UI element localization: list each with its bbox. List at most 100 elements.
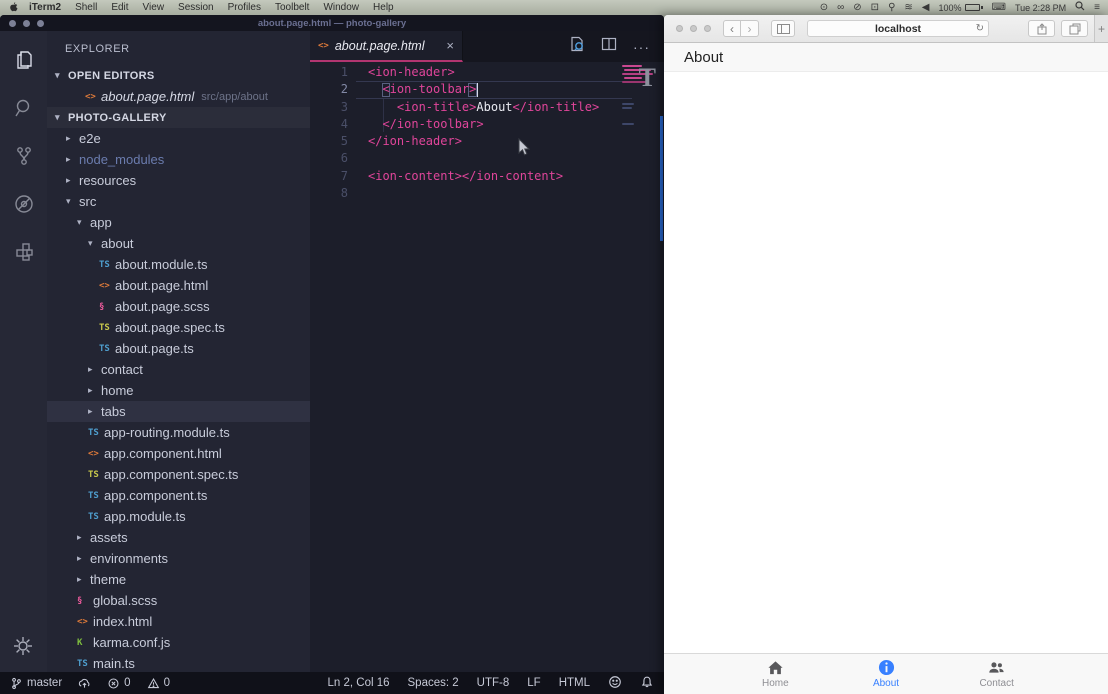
menu-item-toolbelt[interactable]: Toolbelt: [275, 2, 309, 13]
vscode-titlebar[interactable]: about.page.html — photo-gallery: [0, 15, 664, 31]
tree-item-assets[interactable]: ▸assets: [47, 527, 310, 548]
code-editor[interactable]: 12345678 <ion-header> <ion-toolbar> <ion…: [310, 62, 664, 672]
close-tab-icon[interactable]: ×: [446, 38, 454, 53]
open-editors-header[interactable]: ▾ OPEN EDITORS: [47, 65, 310, 86]
tab-about[interactable]: About: [831, 654, 942, 694]
code-line[interactable]: <ion-title>About</ion-title>: [368, 99, 599, 116]
project-section-header[interactable]: ▾ PHOTO-GALLERY: [47, 107, 310, 128]
explorer-icon[interactable]: [12, 48, 36, 72]
code-line[interactable]: [368, 150, 599, 167]
search-icon[interactable]: [12, 96, 36, 120]
tree-item-app[interactable]: ▾app: [47, 212, 310, 233]
tree-item-global-scss[interactable]: §global.scss: [47, 590, 310, 611]
display-icon[interactable]: ⊡: [871, 3, 879, 13]
settings-gear-icon[interactable]: [11, 634, 35, 658]
code-line[interactable]: [368, 185, 599, 202]
search-editor-icon[interactable]: [569, 36, 585, 57]
new-tab-button[interactable]: +: [1094, 15, 1108, 42]
battery-indicator[interactable]: 100%: [938, 3, 982, 13]
tree-item-index-html[interactable]: <>index.html: [47, 611, 310, 632]
sync-indicator[interactable]: [78, 677, 91, 690]
menu-item-window[interactable]: Window: [323, 2, 359, 13]
status-item-ln[interactable]: Ln 2, Col 16: [328, 677, 390, 689]
code-line[interactable]: <ion-toolbar>: [368, 81, 599, 98]
menu-item-session[interactable]: Session: [178, 2, 214, 13]
menu-item-shell[interactable]: Shell: [75, 2, 97, 13]
extensions-icon[interactable]: [12, 240, 36, 264]
status-item-utf-8[interactable]: UTF-8: [477, 677, 510, 689]
browser-toolbar[interactable]: ‹ › localhost ↻ +: [664, 15, 1108, 43]
tree-item-main-ts[interactable]: TSmain.ts: [47, 653, 310, 672]
glasses-icon[interactable]: ∞: [837, 3, 844, 13]
status-item-lf[interactable]: LF: [527, 677, 540, 689]
tree-item-node-modules[interactable]: ▸node_modules: [47, 149, 310, 170]
tree-item-app-module-ts[interactable]: TSapp.module.ts: [47, 506, 310, 527]
code-line[interactable]: </ion-toolbar>: [368, 116, 599, 133]
tab-overview-button[interactable]: [1061, 20, 1088, 37]
tree-item-about-page-spec-ts[interactable]: TSabout.page.spec.ts: [47, 317, 310, 338]
status-item-html[interactable]: HTML: [559, 677, 590, 689]
scrollbar-indicator[interactable]: [660, 116, 663, 241]
minimize-window-button[interactable]: [690, 25, 697, 32]
menu-item-profiles[interactable]: Profiles: [228, 2, 261, 13]
status-item-spaces[interactable]: Spaces: 2: [408, 677, 459, 689]
notifications-bell-icon[interactable]: [640, 675, 654, 692]
minimap[interactable]: T: [622, 63, 658, 193]
tab-contact[interactable]: Contact: [941, 654, 1052, 694]
menubar-clock[interactable]: Tue 2:28 PM: [1015, 3, 1066, 13]
close-window-button[interactable]: [676, 25, 683, 32]
forward-button[interactable]: ›: [741, 20, 759, 37]
wifi-icon[interactable]: ≋: [904, 3, 912, 13]
address-bar[interactable]: localhost ↻: [807, 20, 989, 37]
code-line[interactable]: <ion-header>: [368, 64, 599, 81]
dongle-icon[interactable]: ⚲: [888, 3, 895, 13]
tree-item-app-component-html[interactable]: <>app.component.html: [47, 443, 310, 464]
menu-item-view[interactable]: View: [143, 2, 165, 13]
tree-item-about-module-ts[interactable]: TSabout.module.ts: [47, 254, 310, 275]
reload-icon[interactable]: ↻: [976, 23, 984, 34]
notification-center-icon[interactable]: ≡: [1094, 3, 1100, 13]
menu-item-iterm2[interactable]: iTerm2: [29, 2, 61, 13]
warning-indicator[interactable]: 0: [147, 677, 170, 690]
tree-item-about[interactable]: ▾about: [47, 233, 310, 254]
tree-item-resources[interactable]: ▸resources: [47, 170, 310, 191]
back-button[interactable]: ‹: [723, 20, 741, 37]
code-line[interactable]: <ion-content></ion-content>: [368, 168, 599, 185]
do-not-disturb-icon[interactable]: ⊘: [853, 3, 861, 13]
menu-item-edit[interactable]: Edit: [111, 2, 128, 13]
tree-item-about-page-html[interactable]: <>about.page.html: [47, 275, 310, 296]
more-actions-icon[interactable]: ···: [633, 39, 650, 55]
editor-tab-about-page[interactable]: <> about.page.html ×: [310, 31, 463, 62]
tree-item-theme[interactable]: ▸theme: [47, 569, 310, 590]
git-branch-indicator[interactable]: master: [10, 677, 62, 690]
menu-item-help[interactable]: Help: [373, 2, 394, 13]
spotlight-icon[interactable]: [1075, 1, 1085, 14]
tree-item-app-component-ts[interactable]: TSapp.component.ts: [47, 485, 310, 506]
apple-menu-icon[interactable]: [8, 2, 19, 13]
code-line[interactable]: </ion-header>: [368, 133, 599, 150]
tree-item-app-routing-module-ts[interactable]: TSapp-routing.module.ts: [47, 422, 310, 443]
tree-item-about-page-scss[interactable]: §about.page.scss: [47, 296, 310, 317]
source-control-icon[interactable]: [12, 144, 36, 168]
volume-icon[interactable]: ◀: [922, 3, 930, 13]
input-source-icon[interactable]: ⌨: [992, 3, 1006, 13]
zoom-window-button[interactable]: [704, 25, 711, 32]
tree-item-karma-conf-js[interactable]: Kkarma.conf.js: [47, 632, 310, 653]
error-indicator[interactable]: 0: [107, 677, 130, 690]
tree-item-environments[interactable]: ▸environments: [47, 548, 310, 569]
tree-item-about-page-ts[interactable]: TSabout.page.ts: [47, 338, 310, 359]
tree-item-contact[interactable]: ▸contact: [47, 359, 310, 380]
open-editor-item[interactable]: <> about.page.html src/app/about: [47, 86, 310, 107]
debug-icon[interactable]: [12, 192, 36, 216]
tree-item-app-component-spec-ts[interactable]: TSapp.component.spec.ts: [47, 464, 310, 485]
tree-item-src[interactable]: ▾src: [47, 191, 310, 212]
share-button[interactable]: [1028, 20, 1055, 37]
feedback-smiley-icon[interactable]: [608, 675, 622, 692]
screen-record-icon[interactable]: ⊙: [820, 3, 828, 13]
tab-home[interactable]: Home: [720, 654, 831, 694]
tree-item-home[interactable]: ▸home: [47, 380, 310, 401]
tree-item-e2e[interactable]: ▸e2e: [47, 128, 310, 149]
tree-item-tabs[interactable]: ▸tabs: [47, 401, 310, 422]
split-editor-icon[interactable]: [601, 36, 617, 57]
sidebar-toggle-button[interactable]: [771, 20, 795, 37]
